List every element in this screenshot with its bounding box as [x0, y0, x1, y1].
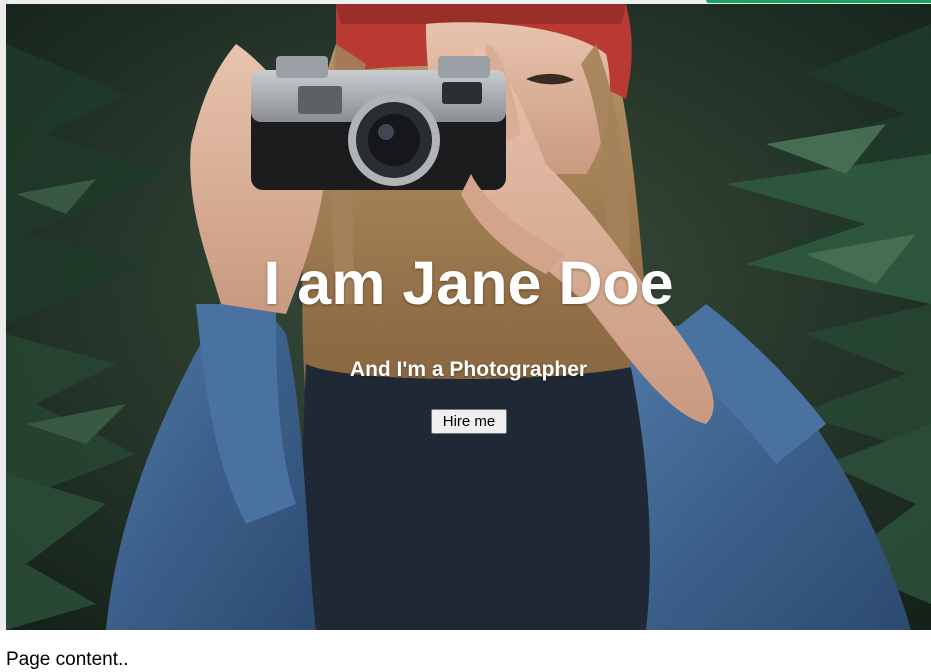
page-frame: I am Jane Doe And I'm a Photographer Hir…: [0, 0, 931, 672]
hero-text-block: I am Jane Doe And I'm a Photographer Hir…: [6, 4, 931, 630]
hero-section: I am Jane Doe And I'm a Photographer Hir…: [6, 4, 931, 630]
page-content-text: Page content..: [6, 649, 129, 670]
hero-title: I am Jane Doe: [263, 249, 674, 317]
hero-subtitle: And I'm a Photographer: [349, 358, 588, 381]
hire-me-button[interactable]: Hire me: [431, 409, 507, 434]
top-accent-bar: [706, 0, 931, 3]
